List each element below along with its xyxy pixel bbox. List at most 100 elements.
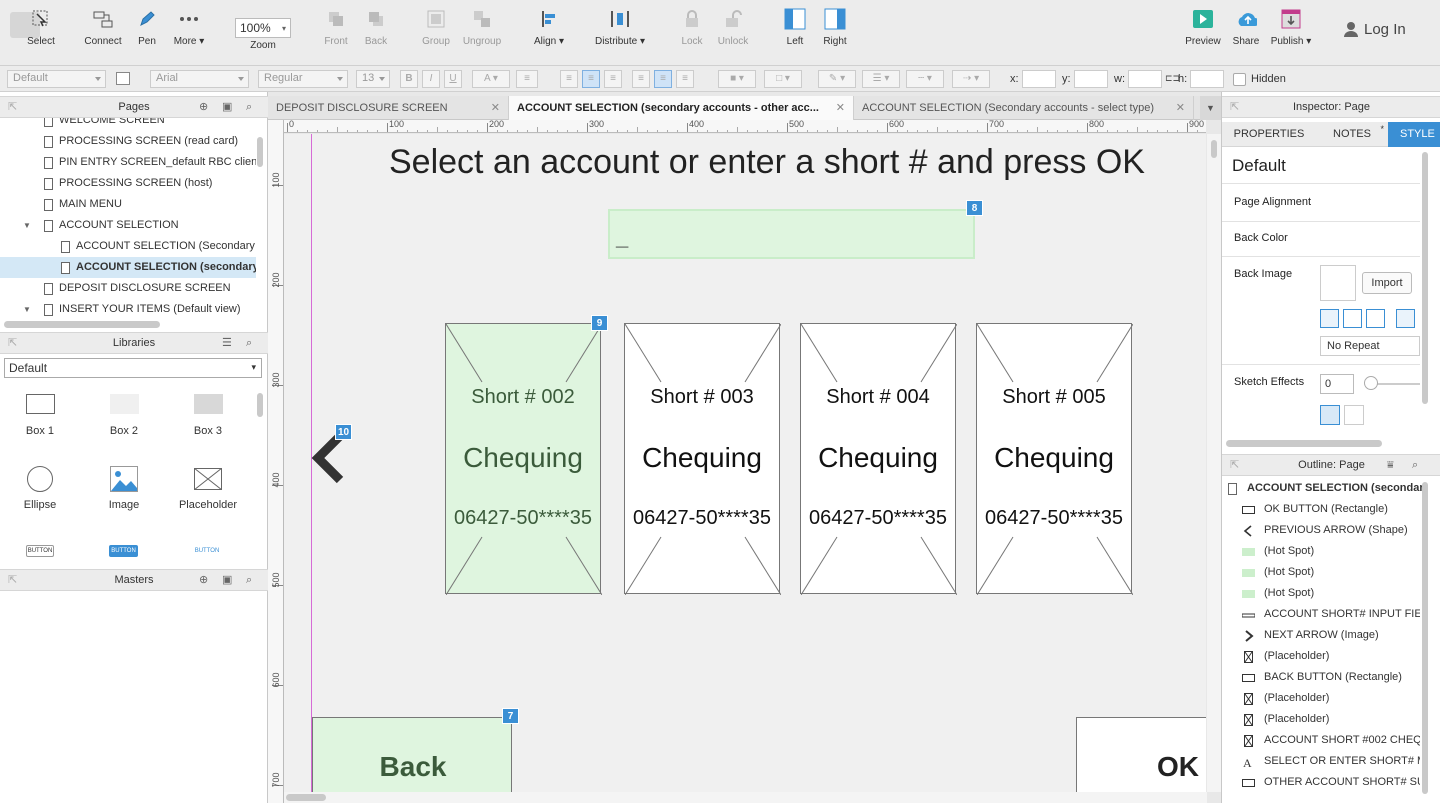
canvas-v-thumb[interactable] bbox=[1211, 140, 1217, 158]
library-select[interactable]: Default ▾ bbox=[4, 358, 262, 378]
distribute-button[interactable]: Distribute ▾ bbox=[590, 8, 650, 47]
short-number-input[interactable]: _ bbox=[608, 209, 975, 259]
grayscale-mode-button[interactable] bbox=[1344, 405, 1364, 425]
libraries-scrollbar[interactable] bbox=[257, 393, 263, 417]
x-input[interactable] bbox=[1022, 70, 1056, 88]
tab-account-selection-other[interactable]: ACCOUNT SELECTION (secondary accounts - … bbox=[509, 96, 854, 120]
library-button-default[interactable]: BUTTON bbox=[26, 545, 54, 557]
tab-properties[interactable]: PROPERTIES bbox=[1222, 122, 1316, 147]
valign-middle-button[interactable]: ≡ bbox=[654, 70, 672, 88]
unlock-button[interactable]: Unlock bbox=[703, 8, 763, 47]
collapse-icon[interactable]: ⇱ bbox=[1230, 97, 1239, 117]
library-box2[interactable]: Box 2 bbox=[84, 394, 164, 437]
repeat-select[interactable]: No Repeat bbox=[1320, 336, 1420, 356]
outline-item[interactable]: (Hot Spot) bbox=[1242, 583, 1420, 604]
outline-item[interactable]: OTHER ACCOUNT SHORT# SUBMIT bbox=[1242, 772, 1420, 793]
italic-button[interactable]: I bbox=[422, 70, 440, 88]
canvas-v-scrollbar[interactable] bbox=[1207, 134, 1221, 792]
outline-item[interactable]: OK BUTTON (Rectangle) bbox=[1242, 499, 1420, 520]
font-select[interactable]: Arial bbox=[150, 70, 249, 88]
filter-icon[interactable]: ⩸ bbox=[1387, 455, 1394, 475]
inspector-h-scrollbar[interactable] bbox=[1226, 440, 1382, 447]
arrow-style-button[interactable]: ⇢ ▾ bbox=[952, 70, 990, 88]
sketch-input[interactable]: 0 bbox=[1320, 374, 1354, 394]
page-item[interactable]: ▼ INSERT YOUR ITEMS (Default view) bbox=[0, 299, 256, 316]
library-button-link[interactable]: BUTTON bbox=[192, 545, 222, 557]
outline-item[interactable]: ACCOUNT SHORT #002 CHEQUING bbox=[1242, 730, 1420, 751]
ok-button[interactable]: OK bbox=[1076, 717, 1206, 792]
menu-icon[interactable]: ☰ bbox=[222, 333, 232, 353]
tab-deposit-disclosure[interactable]: DEPOSIT DISCLOSURE SCREEN ✕ bbox=[268, 96, 509, 120]
expand-triangle-icon[interactable]: ▼ bbox=[23, 215, 31, 236]
right-align-button[interactable]: Right bbox=[805, 8, 865, 47]
page-item[interactable]: PIN ENTRY SCREEN_default RBC client bbox=[0, 152, 256, 173]
line-width-button[interactable]: ☰ ▾ bbox=[862, 70, 900, 88]
account-card[interactable]: Short # 002 Chequing 06427-50****35 bbox=[445, 323, 602, 595]
import-button[interactable]: Import bbox=[1362, 272, 1412, 294]
outline-item[interactable]: A SELECT OR ENTER SHORT# MESSAGE bbox=[1242, 751, 1420, 772]
size-select[interactable]: 13 bbox=[356, 70, 390, 88]
page-item[interactable]: ▼ ACCOUNT SELECTION bbox=[0, 215, 256, 236]
style-select[interactable]: Default bbox=[7, 70, 106, 88]
account-card[interactable]: Short # 004 Chequing 06427-50****35 bbox=[800, 323, 957, 595]
align-button[interactable]: Align ▾ bbox=[519, 8, 579, 47]
publish-button[interactable]: Publish ▾ bbox=[1261, 8, 1321, 47]
y-input[interactable] bbox=[1074, 70, 1108, 88]
collapse-icon[interactable]: ⇱ bbox=[8, 97, 17, 117]
underline-button[interactable]: U bbox=[444, 70, 462, 88]
align-right-text-button[interactable]: ≡ bbox=[604, 70, 622, 88]
tab-account-selection-type[interactable]: ACCOUNT SELECTION (Secondary accounts - … bbox=[854, 96, 1194, 120]
page-item[interactable]: MAIN MENU bbox=[0, 194, 256, 215]
page-item[interactable]: PROCESSING SCREEN (host) bbox=[0, 173, 256, 194]
search-icon[interactable]: ⌕ bbox=[246, 97, 252, 117]
ungroup-button[interactable]: Ungroup bbox=[452, 8, 512, 47]
shadow-button[interactable]: □ ▾ bbox=[764, 70, 802, 88]
image-align-center-button[interactable] bbox=[1343, 309, 1362, 328]
h-input[interactable] bbox=[1190, 70, 1224, 88]
outline-item[interactable]: (Hot Spot) bbox=[1242, 562, 1420, 583]
zoom-select[interactable]: 100% ▾ bbox=[235, 18, 291, 38]
valign-bottom-button[interactable]: ≡ bbox=[676, 70, 694, 88]
image-valign-top-button[interactable] bbox=[1396, 309, 1415, 328]
close-icon[interactable]: ✕ bbox=[1176, 96, 1185, 120]
bullet-list-button[interactable]: ≡ bbox=[516, 70, 538, 88]
library-image[interactable]: Image bbox=[84, 466, 164, 511]
library-box1[interactable]: Box 1 bbox=[0, 394, 80, 437]
library-ellipse[interactable]: Ellipse bbox=[0, 466, 80, 511]
hidden-checkbox[interactable] bbox=[1233, 73, 1246, 86]
style-name[interactable]: Default bbox=[1222, 148, 1420, 184]
outline-scrollbar[interactable] bbox=[1422, 482, 1428, 794]
outline-item[interactable]: NEXT ARROW (Image) bbox=[1242, 625, 1420, 646]
align-left-text-button[interactable]: ≡ bbox=[560, 70, 578, 88]
inspector-scrollbar[interactable] bbox=[1422, 152, 1428, 404]
search-icon[interactable]: ⌕ bbox=[1412, 455, 1418, 475]
pages-h-scrollbar[interactable] bbox=[4, 321, 160, 328]
more-tool-button[interactable]: More ▾ bbox=[159, 8, 219, 47]
page-item[interactable]: PROCESSING SCREEN (read card) bbox=[0, 131, 256, 152]
align-center-text-button[interactable]: ≡ bbox=[582, 70, 600, 88]
sketch-slider-thumb[interactable] bbox=[1364, 376, 1378, 390]
collapse-icon[interactable]: ⇱ bbox=[8, 333, 17, 353]
search-icon[interactable]: ⌕ bbox=[246, 570, 252, 590]
page-item[interactable]: WELCOME SCREEN bbox=[0, 118, 256, 131]
select-tool-button[interactable]: Select bbox=[11, 8, 71, 47]
style-editor-icon[interactable] bbox=[116, 72, 130, 85]
login-button[interactable]: Log In bbox=[1343, 19, 1406, 39]
canvas-h-scrollbar[interactable] bbox=[284, 792, 1207, 803]
outline-item[interactable]: (Hot Spot) bbox=[1242, 541, 1420, 562]
close-icon[interactable]: ✕ bbox=[836, 96, 845, 120]
tab-style[interactable]: STYLE bbox=[1388, 122, 1440, 147]
outline-item[interactable]: ACCOUNT SHORT# INPUT FIELD bbox=[1242, 604, 1420, 625]
canvas-h-thumb[interactable] bbox=[286, 794, 326, 801]
line-color-button[interactable]: ✎ ▾ bbox=[818, 70, 856, 88]
library-button-primary[interactable]: BUTTON bbox=[109, 545, 138, 557]
image-align-right-button[interactable] bbox=[1366, 309, 1385, 328]
account-card[interactable]: Short # 003 Chequing 06427-50****35 bbox=[624, 323, 781, 595]
close-icon[interactable]: ✕ bbox=[491, 96, 500, 120]
add-folder-icon[interactable]: ▣ bbox=[222, 97, 232, 117]
bold-button[interactable]: B bbox=[400, 70, 418, 88]
search-icon[interactable]: ⌕ bbox=[246, 333, 252, 353]
pages-scrollbar[interactable] bbox=[257, 137, 263, 167]
expand-triangle-icon[interactable]: ▼ bbox=[23, 299, 31, 316]
font-color-button[interactable]: A ▾ bbox=[472, 70, 510, 88]
